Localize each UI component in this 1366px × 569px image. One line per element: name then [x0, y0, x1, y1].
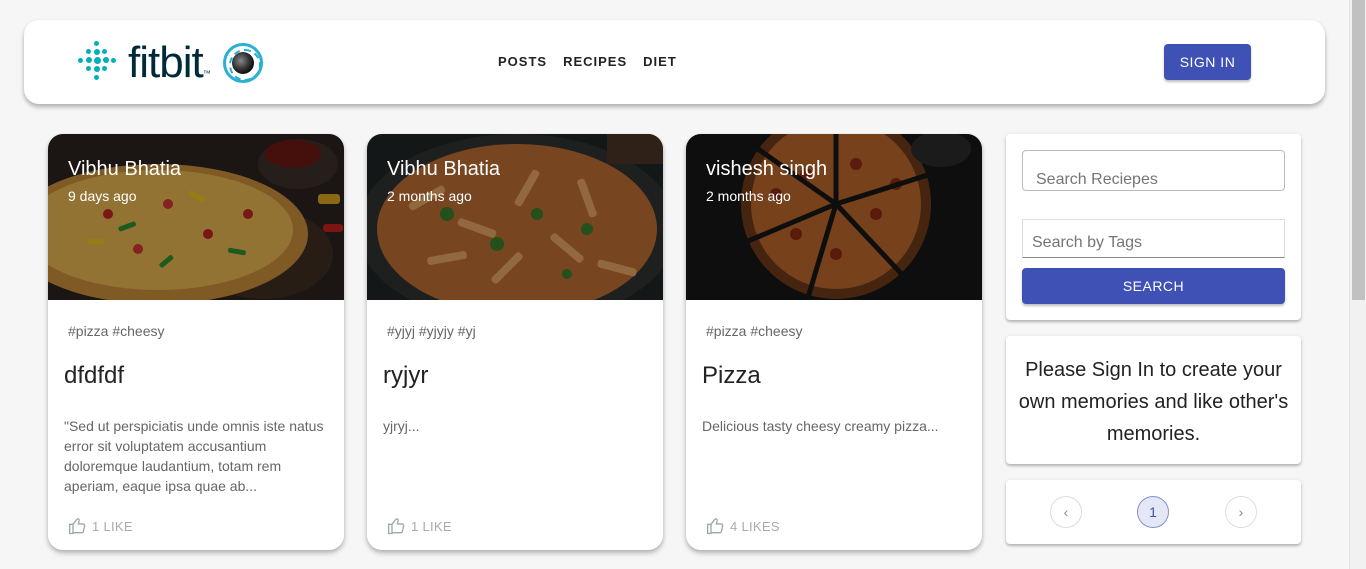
post-time: 2 months ago: [387, 188, 472, 204]
logo-trademark: ™: [202, 69, 211, 78]
search-recipes-input[interactable]: [1022, 150, 1285, 191]
scrollbar[interactable]: [1349, 0, 1366, 569]
eye-icon: [222, 43, 263, 83]
post-card[interactable]: Vibhu Bhatia 9 days ago #pizza #cheesy d…: [48, 134, 344, 550]
post-tags: #yjyj #yjyjy #yj: [387, 323, 476, 339]
nav-diet[interactable]: DIET: [635, 54, 685, 70]
post-title: dfdfdf: [64, 362, 125, 389]
post-title: ryjyr: [383, 362, 429, 389]
post-time: 2 months ago: [706, 188, 791, 204]
next-page-button[interactable]: ›: [1225, 496, 1257, 528]
post-tags: #pizza #cheesy: [706, 323, 803, 339]
pagination: ‹ 1 ›: [1006, 480, 1301, 544]
like-button[interactable]: 4 LIKES: [706, 516, 780, 536]
sign-in-button[interactable]: SIGN IN: [1164, 44, 1251, 80]
post-title: Pizza: [702, 362, 761, 389]
logo-text: fitbit: [128, 38, 204, 87]
like-button[interactable]: 1 LIKE: [387, 516, 452, 536]
page-1-button[interactable]: 1: [1137, 496, 1169, 528]
post-time: 9 days ago: [68, 188, 137, 204]
post-card[interactable]: vishesh singh 2 months ago #pizza #chees…: [686, 134, 982, 550]
pasta-image[interactable]: Vibhu Bhatia 2 months ago: [367, 134, 663, 300]
app-bar: fitbit ™ POSTS RECIPES DIET SIGN IN: [24, 20, 1325, 104]
main-nav: POSTS RECIPES DIET: [490, 54, 685, 70]
like-count: 1 LIKE: [411, 518, 452, 534]
scrollbar-thumb[interactable]: [1352, 0, 1365, 300]
post-message: Delicious tasty cheesy creamy pizza...: [702, 418, 939, 434]
post-author: Vibhu Bhatia: [68, 158, 182, 180]
post-author: Vibhu Bhatia: [387, 158, 501, 180]
thumb-up-icon: [69, 518, 86, 535]
logo[interactable]: fitbit ™: [72, 38, 263, 88]
like-count: 1 LIKE: [92, 518, 133, 534]
post-message: yjryj...: [383, 418, 420, 434]
fitbit-dots-icon: [72, 39, 120, 87]
thumb-up-icon: [388, 518, 405, 535]
sign-in-prompt-text: Please Sign In to create your own memori…: [1018, 359, 1289, 445]
previous-page-button[interactable]: ‹: [1050, 496, 1082, 528]
post-tags: #pizza #cheesy: [68, 323, 165, 339]
search-panel: SEARCH: [1006, 134, 1301, 320]
nav-posts[interactable]: POSTS: [490, 54, 555, 70]
like-button[interactable]: 1 LIKE: [68, 516, 133, 536]
search-tags-input[interactable]: [1022, 219, 1285, 258]
like-count: 4 LIKES: [730, 518, 780, 534]
thumb-up-icon: [707, 518, 724, 535]
pizza-image[interactable]: Vibhu Bhatia 9 days ago: [48, 134, 344, 300]
nav-recipes[interactable]: RECIPES: [555, 54, 635, 70]
post-message: "Sed ut perspiciatis unde omnis iste nat…: [64, 418, 324, 494]
sign-in-prompt-panel: Please Sign In to create your own memori…: [1006, 336, 1301, 464]
post-author: vishesh singh: [706, 158, 828, 180]
post-card[interactable]: Vibhu Bhatia 2 months ago #yjyj #yjyjy #…: [367, 134, 663, 550]
sliced-pizza-image[interactable]: vishesh singh 2 months ago: [686, 134, 982, 300]
search-button[interactable]: SEARCH: [1022, 268, 1285, 304]
